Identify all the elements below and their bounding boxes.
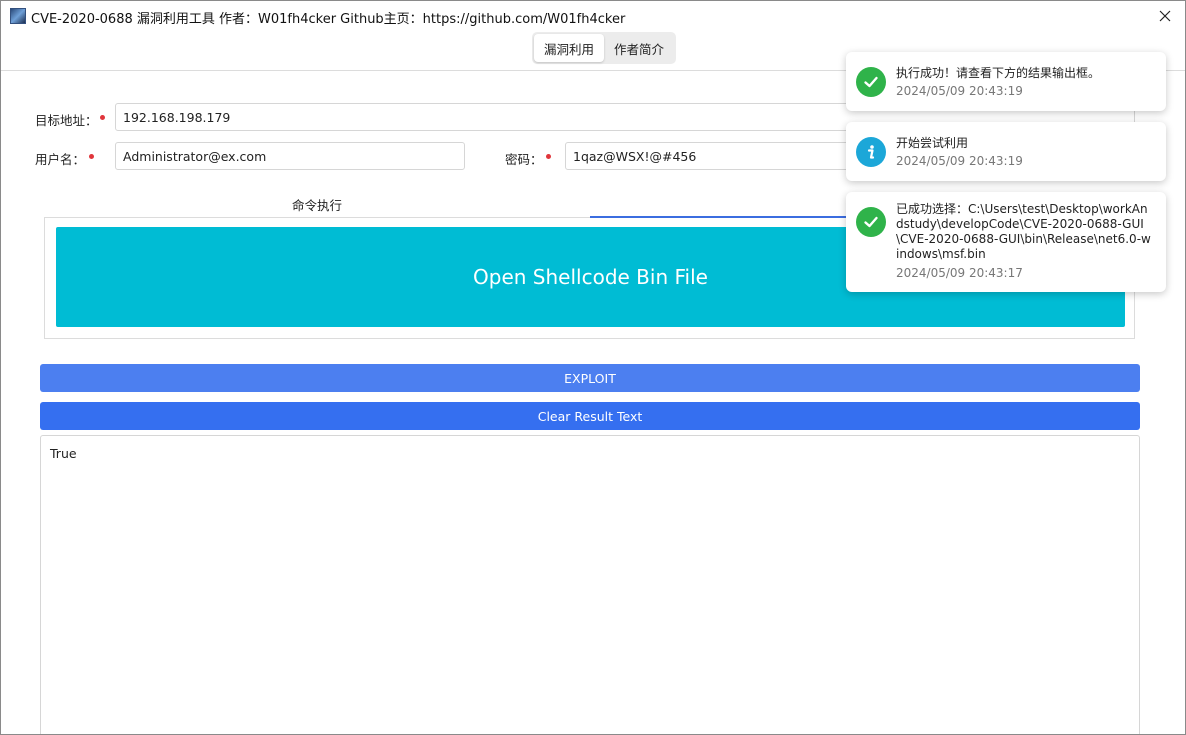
app-window: CVE-2020-0688 漏洞利用工具 作者：W01fh4cker Githu… <box>0 0 1186 735</box>
close-icon <box>1159 10 1171 22</box>
check-circle-icon <box>856 67 886 97</box>
close-button[interactable] <box>1145 1 1185 31</box>
notification-time: 2024/05/09 20:43:19 <box>896 154 1023 168</box>
tab-exploit[interactable]: 漏洞利用 <box>534 34 605 62</box>
result-output[interactable]: True <box>40 435 1140 734</box>
target-label: 目标地址： <box>35 113 98 128</box>
check-circle-icon <box>856 207 886 237</box>
username-input[interactable]: Administrator@ex.com <box>115 142 465 170</box>
tab-command-exec[interactable]: 命令执行 <box>44 191 590 217</box>
notification-toast: 已成功选择：C:\Users\test\Desktop\workAndstudy… <box>846 192 1166 292</box>
notification-message: 已成功选择：C:\Users\test\Desktop\workAndstudy… <box>896 202 1151 261</box>
password-label: 密码： <box>505 152 543 167</box>
exploit-button[interactable]: EXPLOIT <box>40 364 1140 392</box>
required-marker <box>100 115 105 120</box>
notification-time: 2024/05/09 20:43:17 <box>896 266 1023 280</box>
notification-time: 2024/05/09 20:43:19 <box>896 84 1023 98</box>
info-circle-icon <box>856 137 886 167</box>
main-nav: 漏洞利用 作者简介 <box>532 32 677 64</box>
notification-message: 开始尝试利用 <box>896 136 969 150</box>
notification-message: 执行成功！请查看下方的结果输出框。 <box>896 66 1101 80</box>
required-marker <box>89 154 94 159</box>
notification-toast: 执行成功！请查看下方的结果输出框。 2024/05/09 20:43:19 <box>846 52 1166 111</box>
required-marker <box>546 154 551 159</box>
title-bar: CVE-2020-0688 漏洞利用工具 作者：W01fh4cker Githu… <box>1 1 1185 31</box>
window-title: CVE-2020-0688 漏洞利用工具 作者：W01fh4cker Githu… <box>31 12 626 27</box>
notification-toast: 开始尝试利用 2024/05/09 20:43:19 <box>846 122 1166 181</box>
tab-author[interactable]: 作者简介 <box>604 34 674 62</box>
app-logo-icon <box>10 8 26 24</box>
clear-result-button[interactable]: Clear Result Text <box>40 402 1140 430</box>
username-label: 用户名： <box>35 152 86 167</box>
result-text: True <box>50 446 77 461</box>
